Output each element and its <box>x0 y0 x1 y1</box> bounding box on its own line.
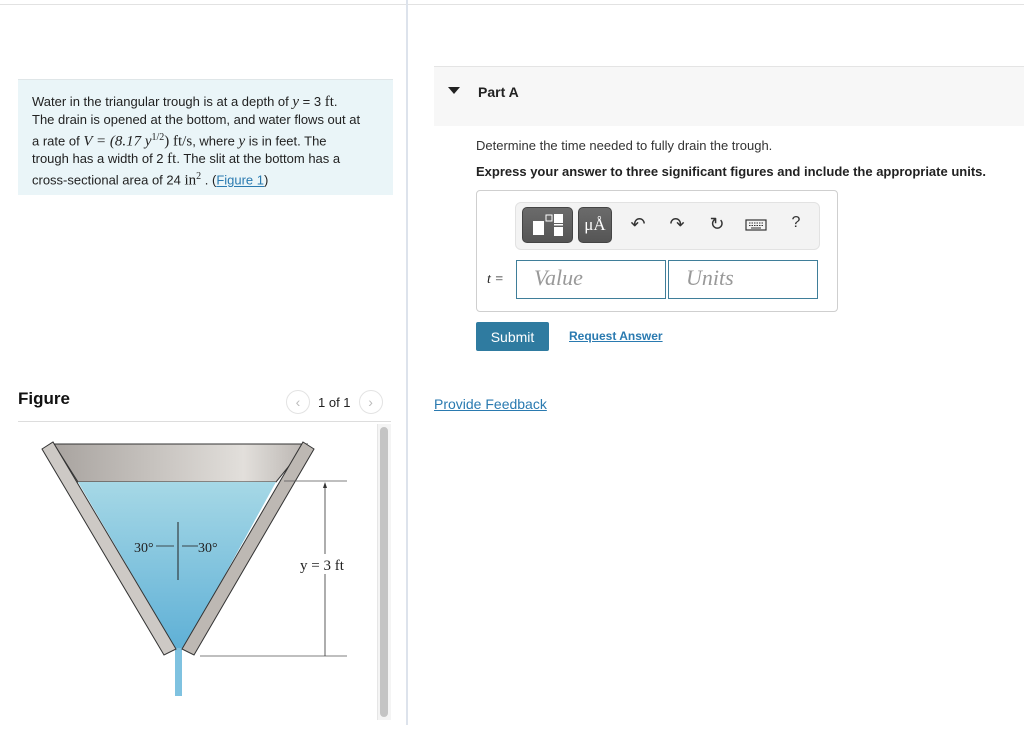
top-rule <box>0 4 1024 5</box>
chevron-left-icon: ‹ <box>295 394 301 410</box>
angle-right-label: 30° <box>198 541 218 556</box>
figure-link[interactable]: Figure 1 <box>216 173 264 188</box>
pager-text: 1 of 1 <box>318 394 351 410</box>
collapse-caret-icon[interactable] <box>448 87 460 94</box>
rate-formula: V = (8.17 y <box>83 133 152 150</box>
part-a-title[interactable]: Part A <box>478 84 519 100</box>
arrow-head-up <box>323 482 327 488</box>
outflow-stream <box>175 648 182 696</box>
variable-label: t = <box>487 272 504 287</box>
keyboard-icon[interactable] <box>745 216 767 237</box>
problem-statement: Water in the triangular trough is at a d… <box>18 79 393 195</box>
angle-left-label: 30° <box>134 541 154 556</box>
templates-button[interactable] <box>522 207 573 243</box>
redo-icon[interactable]: ↷ <box>666 214 688 235</box>
units-button[interactable]: μÅ <box>578 207 612 243</box>
trough-back <box>53 443 309 483</box>
depth-label: y = 3 ft <box>300 558 345 574</box>
help-icon[interactable]: ? <box>785 214 807 232</box>
figure-title: Figure <box>18 389 70 408</box>
units-input[interactable]: Units <box>668 260 818 299</box>
part-a-header[interactable] <box>434 66 1024 126</box>
request-answer-link[interactable]: Request Answer <box>569 329 663 343</box>
next-figure-button[interactable]: › <box>358 390 383 414</box>
reset-icon[interactable]: ↻ <box>706 214 728 235</box>
instruction-text: Express your answer to three significant… <box>476 164 986 179</box>
panel-divider[interactable] <box>406 0 408 725</box>
chevron-right-icon: › <box>368 394 373 410</box>
trough-diagram: 30° 30° y = 3 ft <box>41 441 347 696</box>
provide-feedback-link[interactable]: Provide Feedback <box>434 396 547 412</box>
figure-scrollbar-thumb[interactable] <box>380 427 388 717</box>
figure-pager: ‹ 1 of 1 › <box>286 390 383 414</box>
submit-button[interactable]: Submit <box>476 322 549 351</box>
value-input[interactable]: Value <box>516 260 666 299</box>
prev-figure-button[interactable]: ‹ <box>286 390 310 414</box>
question-text: Determine the time needed to fully drain… <box>476 138 773 153</box>
undo-icon[interactable]: ↶ <box>627 214 649 235</box>
figure-image: 30° 30° y = 3 ft <box>18 422 391 725</box>
templates-icon <box>532 214 563 236</box>
